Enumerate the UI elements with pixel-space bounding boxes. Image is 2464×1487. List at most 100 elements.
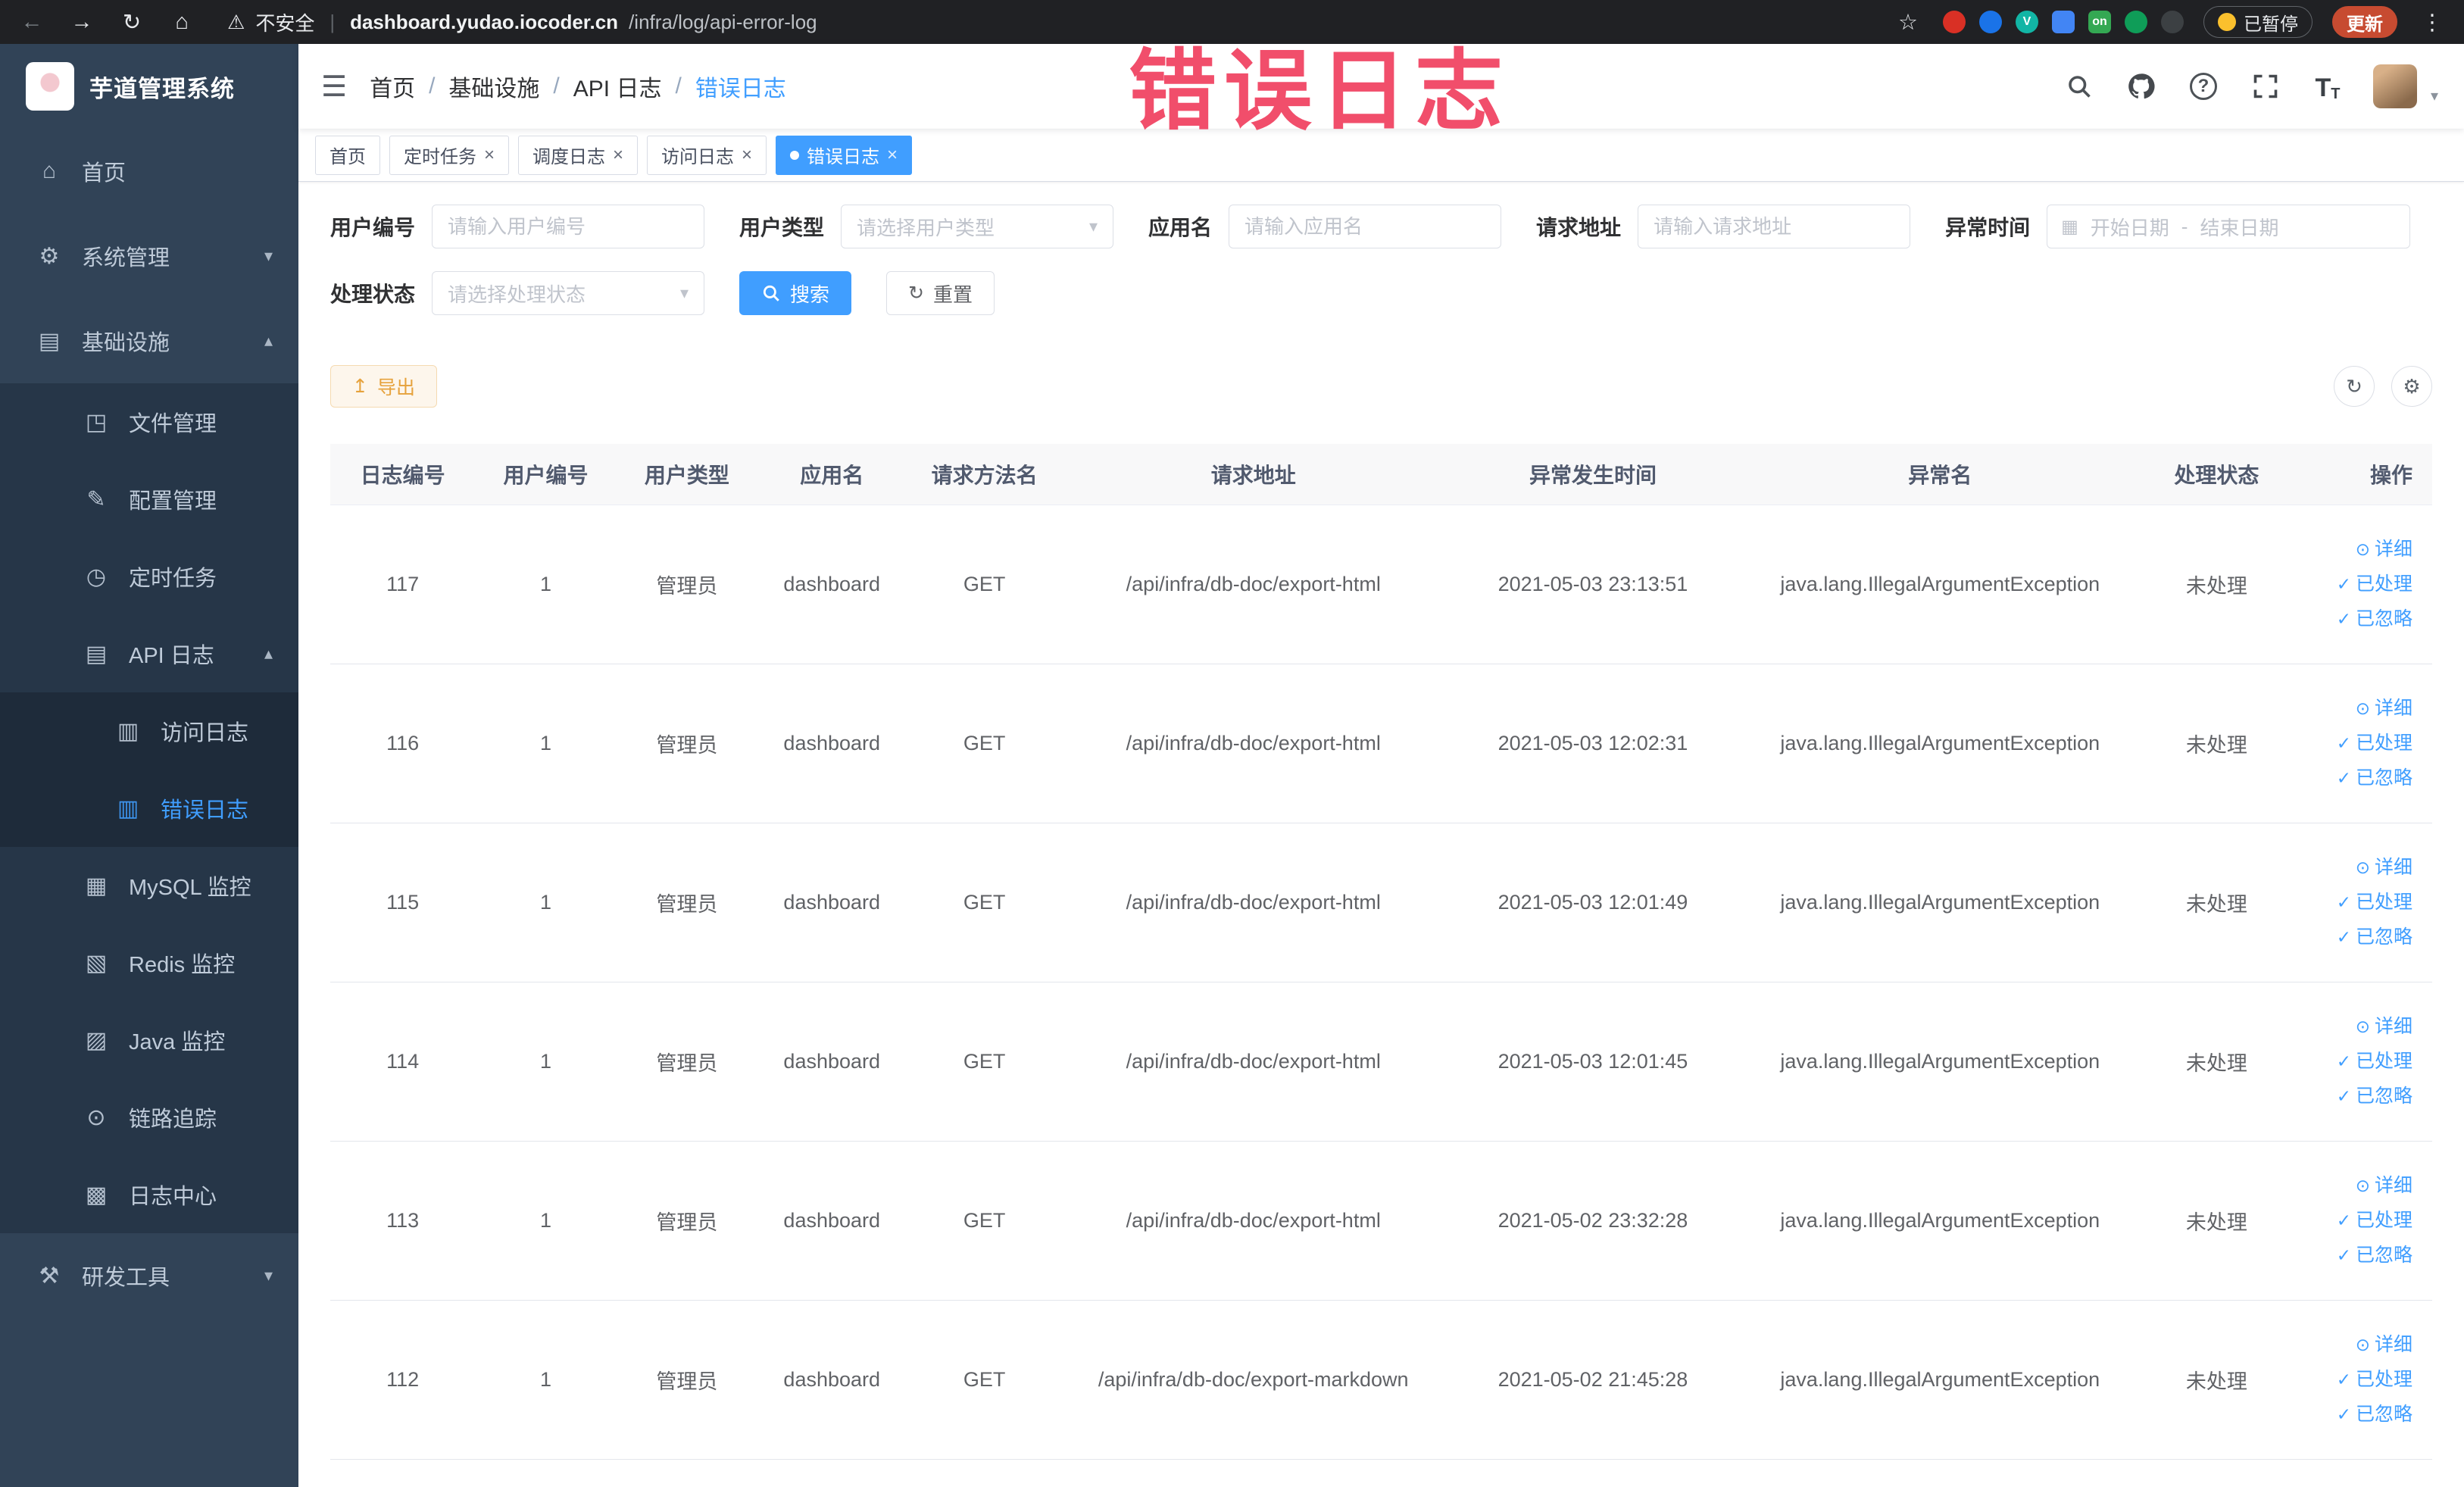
font-size-icon[interactable]: TT — [2311, 70, 2344, 103]
cell-exception-name: java.lang.IllegalArgumentException — [1741, 664, 2139, 823]
sidebar-item-job[interactable]: ◷ 定时任务 — [0, 538, 298, 615]
tab-home[interactable]: 首页 — [315, 135, 380, 175]
ignored-link[interactable]: ✓ 已忽略 — [2303, 761, 2412, 795]
tab-access-log[interactable]: 访问日志 × — [647, 135, 767, 175]
refresh-button[interactable]: ↻ — [2334, 366, 2375, 407]
reload-icon[interactable]: ↻ — [117, 9, 147, 36]
breadcrumb-home[interactable]: 首页 — [370, 70, 415, 103]
sidebar-item-label: 基础设施 — [82, 331, 170, 355]
tab-error-log[interactable]: 错误日志 × — [776, 135, 913, 175]
detail-link[interactable]: ⊙ 详细 — [2303, 691, 2412, 726]
reset-icon: ↻ — [908, 282, 924, 304]
browser-menu-icon[interactable]: ⋮ — [2417, 9, 2447, 36]
home-icon[interactable]: ⌂ — [167, 10, 197, 35]
sidebar-item-file[interactable]: ◳ 文件管理 — [0, 383, 298, 461]
extension-icon-on[interactable]: on — [2088, 11, 2111, 33]
extension-icon-blue[interactable] — [1979, 11, 2002, 33]
sidebar-item-home[interactable]: ⌂ 首页 — [0, 129, 298, 214]
sidebar-item-error-log[interactable]: ▥ 错误日志 — [0, 770, 298, 847]
processed-link[interactable]: ✓ 已处理 — [2303, 1203, 2412, 1238]
sidebar-item-config[interactable]: ✎ 配置管理 — [0, 461, 298, 538]
avatar-caret-icon[interactable]: ▾ — [2431, 86, 2438, 108]
check-icon: ✓ — [2336, 1051, 2351, 1071]
fullscreen-icon[interactable] — [2249, 70, 2282, 103]
back-icon[interactable]: ← — [17, 10, 47, 35]
request-url-input[interactable] — [1638, 205, 1911, 248]
processed-link[interactable]: ✓ 已处理 — [2303, 726, 2412, 761]
sidebar-item-mysql[interactable]: ▦ MySQL 监控 — [0, 847, 298, 924]
cell-log-id: 112 — [330, 1300, 476, 1460]
export-button[interactable]: ↥ 导出 — [330, 365, 437, 408]
ignored-link[interactable]: ✓ 已忽略 — [2303, 1397, 2412, 1432]
sidebar-item-devtools[interactable]: ⚒ 研发工具 ▾ — [0, 1233, 298, 1318]
col-app-name: 应用名 — [757, 444, 907, 505]
close-icon[interactable]: × — [484, 145, 495, 164]
sidebar-logo[interactable]: 芋道管理系统 — [0, 44, 298, 129]
user-type-select[interactable]: 请选择用户类型 ▾ — [841, 205, 1114, 248]
hamburger-icon[interactable]: ☰ — [321, 70, 347, 104]
process-status-select[interactable]: 请选择处理状态 ▾ — [432, 271, 705, 315]
tab-label: 错误日志 — [807, 147, 880, 167]
date-range-picker[interactable]: ▦ 开始日期 - 结束日期 — [2047, 205, 2411, 248]
column-settings-button[interactable]: ⚙ — [2391, 366, 2432, 407]
filter-user-type: 用户类型 请选择用户类型 ▾ — [739, 205, 1114, 248]
detail-link[interactable]: ⊙ 详细 — [2303, 1009, 2412, 1044]
sidebar-item-log-center[interactable]: ▩ 日志中心 — [0, 1156, 298, 1233]
extension-icon-grid[interactable] — [2052, 11, 2075, 33]
detail-link[interactable]: ⊙ 详细 — [2303, 1327, 2412, 1362]
forward-icon[interactable]: → — [67, 10, 97, 35]
detail-link[interactable]: ⊙ 详细 — [2303, 1168, 2412, 1203]
sidebar-item-trace[interactable]: ⊙ 链路追踪 — [0, 1079, 298, 1156]
page-header: ☰ 首页 / 基础设施 / API 日志 / 错误日志 ? T T ▾ — [298, 44, 2464, 129]
extension-icon-leaf[interactable] — [2125, 11, 2147, 33]
detail-link[interactable]: ⊙ 详细 — [2303, 850, 2412, 885]
tab-job[interactable]: 定时任务 × — [389, 135, 510, 175]
ignored-link[interactable]: ✓ 已忽略 — [2303, 1079, 2412, 1114]
update-chip[interactable]: 更新 — [2332, 6, 2397, 38]
extension-icon-teal[interactable]: V — [2016, 11, 2038, 33]
bookmark-star-icon[interactable]: ☆ — [1893, 9, 1923, 36]
ignored-link[interactable]: ✓ 已忽略 — [2303, 601, 2412, 636]
breadcrumb-infra[interactable]: 基础设施 — [448, 70, 539, 103]
detail-link-label: 详细 — [2374, 1016, 2412, 1037]
processed-link[interactable]: ✓ 已处理 — [2303, 567, 2412, 601]
close-icon[interactable]: × — [742, 145, 752, 164]
breadcrumb-error-log[interactable]: 错误日志 — [695, 70, 786, 103]
paused-chip[interactable]: 已暂停 — [2203, 6, 2313, 38]
sidebar-item-java[interactable]: ▨ Java 监控 — [0, 1001, 298, 1079]
sidebar-item-access-log[interactable]: ▥ 访问日志 — [0, 692, 298, 770]
col-request-url: 请求地址 — [1062, 444, 1444, 505]
extension-icon-red[interactable] — [1943, 11, 1966, 33]
close-icon[interactable]: × — [887, 145, 898, 164]
breadcrumb-api-log[interactable]: API 日志 — [573, 70, 662, 103]
processed-link[interactable]: ✓ 已处理 — [2303, 1044, 2412, 1079]
app-name-input[interactable] — [1229, 205, 1502, 248]
sidebar-item-api-log[interactable]: ▤ API 日志 ▴ — [0, 615, 298, 692]
address-bar[interactable]: ⚠ 不安全 | dashboard.yudao.iocoder.cn/infra… — [217, 6, 1873, 38]
search-icon[interactable] — [2063, 70, 2096, 103]
header-actions: ? TT ▾ — [2063, 64, 2438, 108]
reset-button[interactable]: ↻ 重置 — [886, 271, 995, 315]
eye-icon: ⊙ — [2355, 858, 2370, 877]
cell-user-id: 1 — [475, 1141, 617, 1301]
help-icon[interactable]: ? — [2187, 70, 2220, 103]
check-icon: ✓ — [2336, 733, 2351, 753]
sidebar-item-infra[interactable]: ▤ 基础设施 ▴ — [0, 298, 298, 383]
tab-label: 访问日志 — [661, 147, 735, 167]
cell-user-id: 1 — [475, 1300, 617, 1460]
github-icon[interactable] — [2125, 70, 2158, 103]
sidebar-item-system[interactable]: ⚙ 系统管理 ▾ — [0, 214, 298, 298]
search-button[interactable]: 搜索 — [739, 271, 852, 315]
detail-link[interactable]: ⊙ 详细 — [2303, 532, 2412, 567]
close-icon[interactable]: × — [613, 145, 623, 164]
cell-log-id: 116 — [330, 664, 476, 823]
tab-job-log[interactable]: 调度日志 × — [518, 135, 639, 175]
processed-link[interactable]: ✓ 已处理 — [2303, 1362, 2412, 1397]
user-id-input[interactable] — [432, 205, 705, 248]
extension-icon-paw[interactable] — [2161, 11, 2184, 33]
ignored-link[interactable]: ✓ 已忽略 — [2303, 1238, 2412, 1273]
ignored-link[interactable]: ✓ 已忽略 — [2303, 920, 2412, 954]
processed-link[interactable]: ✓ 已处理 — [2303, 885, 2412, 920]
user-avatar[interactable] — [2372, 64, 2417, 108]
sidebar-item-redis[interactable]: ▧ Redis 监控 — [0, 924, 298, 1001]
